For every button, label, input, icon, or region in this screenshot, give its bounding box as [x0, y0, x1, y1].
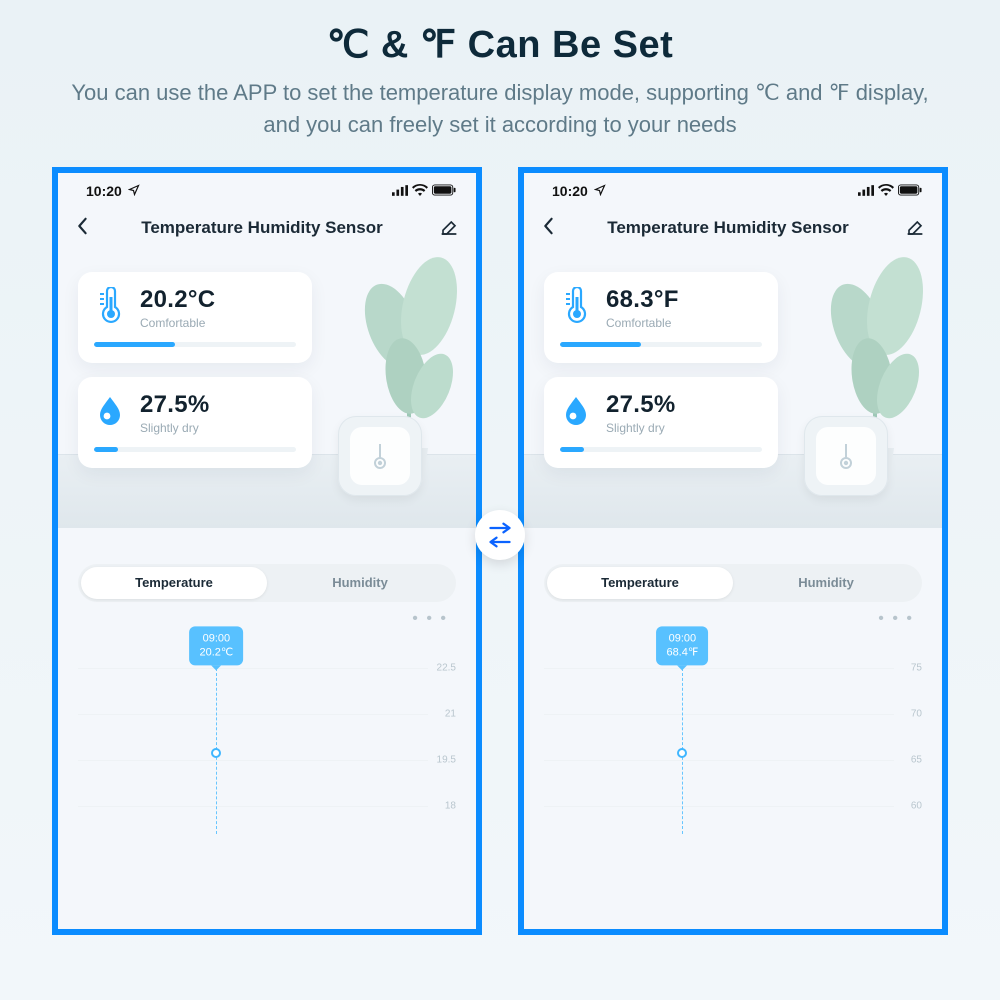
gridline [544, 806, 894, 807]
y-tick: 19.5 [437, 754, 456, 765]
edit-button[interactable] [900, 219, 924, 237]
y-tick: 70 [911, 708, 922, 719]
signal-icon [858, 183, 874, 199]
location-icon [594, 183, 606, 199]
status-bar: 10:20 [58, 173, 476, 203]
gridline [544, 760, 894, 761]
temperature-chart[interactable]: 75 70 65 60 09:0068.4℉ [544, 634, 922, 834]
hero-title: ℃ & ℉ Can Be Set [0, 0, 1000, 67]
hero-subtitle: You can use the APP to set the temperatu… [0, 77, 1000, 141]
phone-celsius: 10:20 Temperature Humid [52, 167, 482, 935]
gridline [544, 668, 894, 669]
gridline [78, 668, 428, 669]
tooltip-time: 09:00 [666, 631, 698, 645]
y-tick: 18 [445, 800, 456, 811]
droplet-icon [560, 391, 592, 431]
metric-tabs: Temperature Humidity [544, 564, 922, 602]
humidity-status: Slightly dry [606, 421, 676, 435]
gridline [78, 714, 428, 715]
wifi-icon [878, 183, 894, 199]
temperature-status: Comfortable [606, 316, 679, 330]
location-icon [128, 183, 140, 199]
tab-humidity[interactable]: Humidity [267, 567, 453, 599]
more-button[interactable]: • • • [58, 602, 476, 628]
temperature-card[interactable]: 68.3°F Comfortable [544, 272, 778, 363]
tab-temperature[interactable]: Temperature [547, 567, 733, 599]
humidity-value: 27.5% [140, 391, 210, 419]
humidity-value: 27.5% [606, 391, 676, 419]
device-illustration [804, 416, 888, 496]
status-time: 10:20 [86, 183, 122, 199]
temperature-bar [94, 342, 296, 347]
page-title: Temperature Humidity Sensor [556, 218, 900, 238]
tooltip-value: 68.4℉ [666, 645, 698, 659]
humidity-card[interactable]: 27.5% Slightly dry [544, 377, 778, 468]
y-tick: 75 [911, 662, 922, 673]
metric-tabs: Temperature Humidity [78, 564, 456, 602]
humidity-bar [560, 447, 762, 452]
humidity-bar [94, 447, 296, 452]
y-tick: 21 [445, 708, 456, 719]
temperature-card[interactable]: 20.2°C Comfortable [78, 272, 312, 363]
chart-marker-dot [677, 748, 687, 758]
tooltip-value: 20.2℃ [200, 645, 234, 659]
temperature-chart[interactable]: 22.5 21 19.5 18 09:0020.2℃ [78, 634, 456, 834]
tooltip-time: 09:00 [200, 631, 234, 645]
swap-icon [475, 510, 525, 560]
tab-temperature[interactable]: Temperature [81, 567, 267, 599]
chart-tooltip: 09:0020.2℃ [190, 626, 244, 666]
y-tick: 65 [911, 754, 922, 765]
gridline [78, 760, 428, 761]
signal-icon [392, 183, 408, 199]
phone-fahrenheit: 10:20 Temperature Humid [518, 167, 948, 935]
thermometer-icon [560, 286, 592, 326]
temperature-value: 20.2°C [140, 286, 215, 314]
chart-marker-dot [211, 748, 221, 758]
wifi-icon [412, 183, 428, 199]
more-button[interactable]: • • • [524, 602, 942, 628]
device-illustration [338, 416, 422, 496]
status-time: 10:20 [552, 183, 588, 199]
chart-tooltip: 09:0068.4℉ [656, 626, 708, 666]
edit-button[interactable] [434, 219, 458, 237]
humidity-status: Slightly dry [140, 421, 210, 435]
temperature-status: Comfortable [140, 316, 215, 330]
battery-icon [898, 183, 922, 199]
tab-humidity[interactable]: Humidity [733, 567, 919, 599]
y-tick: 60 [911, 800, 922, 811]
thermometer-icon [94, 286, 126, 326]
battery-icon [432, 183, 456, 199]
y-tick: 22.5 [437, 662, 456, 673]
page-title: Temperature Humidity Sensor [90, 218, 434, 238]
temperature-bar [560, 342, 762, 347]
humidity-card[interactable]: 27.5% Slightly dry [78, 377, 312, 468]
droplet-icon [94, 391, 126, 431]
gridline [544, 714, 894, 715]
temperature-value: 68.3°F [606, 286, 679, 314]
status-bar: 10:20 [524, 173, 942, 203]
gridline [78, 806, 428, 807]
